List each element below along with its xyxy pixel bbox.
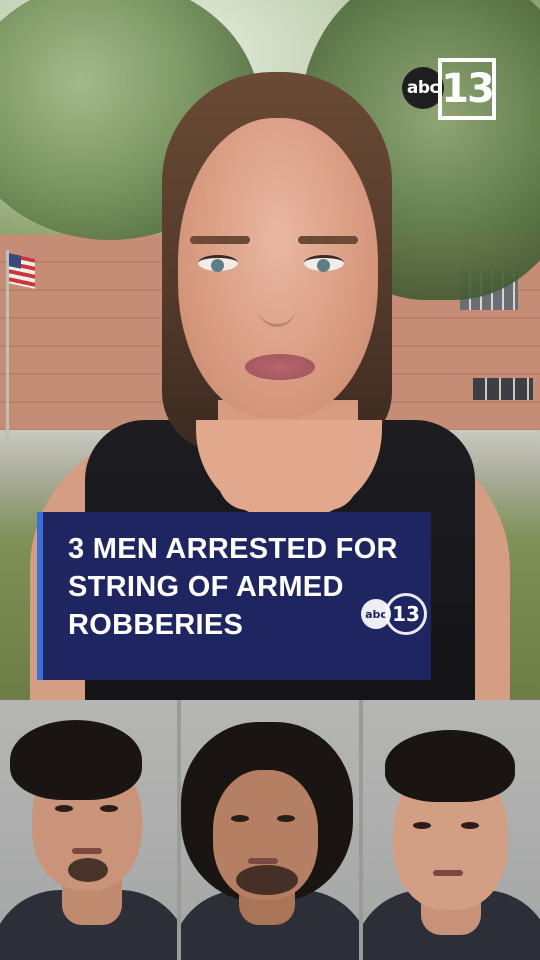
suspect-mouth	[72, 848, 102, 854]
reporter-eye	[304, 255, 344, 272]
reporter-lips	[245, 354, 315, 380]
suspect-beard	[68, 858, 108, 882]
reporter-brow	[190, 236, 250, 244]
mugshot-suspect-1	[0, 700, 178, 960]
headline-lower-third: 3 MEN ARRESTED FOR STRING OF ARMED ROBBE…	[37, 512, 431, 680]
reporter-eye	[198, 255, 238, 272]
suspect-hair	[384, 730, 515, 802]
news-video-frame[interactable]: abc 13 3 MEN ARRESTED FOR STRING OF ARME…	[0, 0, 540, 700]
suspect-beard	[236, 865, 299, 895]
suspect-hair	[10, 720, 142, 800]
abc13-bug: abc 13	[361, 592, 431, 636]
suspect-eye	[55, 805, 73, 812]
mugshot-suspect-2	[181, 700, 359, 960]
suspect-eye	[412, 822, 431, 829]
mugshot-suspect-3	[362, 700, 540, 960]
headline-line: 3 MEN ARRESTED FOR	[68, 533, 398, 565]
suspect-mouth	[248, 858, 279, 864]
suspect-eye	[100, 805, 118, 812]
suspect-mouth	[432, 870, 463, 876]
abc13-logo: abc 13	[402, 58, 532, 120]
reporter-nose	[258, 275, 296, 327]
channel-number-box: 13	[438, 58, 496, 120]
mugshot-strip	[0, 700, 540, 960]
suspect-eye	[460, 822, 479, 829]
reporter-brow	[298, 236, 358, 244]
bug-number-circle: 13	[385, 593, 427, 635]
